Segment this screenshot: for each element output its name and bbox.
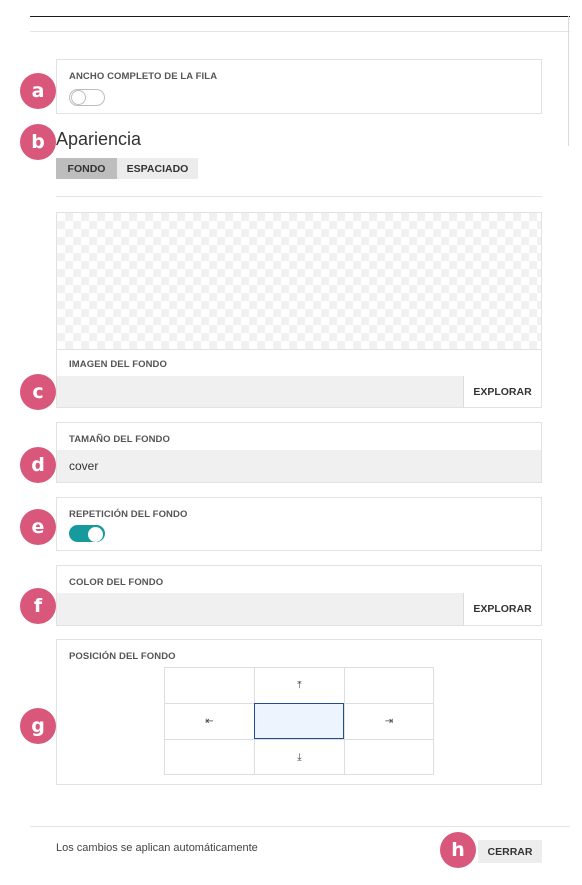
appearance-title: Apariencia [56,129,142,149]
top-border [30,16,570,17]
background-repeat-panel: REPETICIÓN DEL FONDO [56,497,542,551]
row-full-width-label: ANCHO COMPLETO DE LA FILA [69,71,218,82]
image-preview[interactable] [57,213,541,349]
background-size-label: TAMAÑO DEL FONDO [69,434,170,445]
background-image-field[interactable] [57,376,463,407]
background-color-field[interactable] [57,593,463,625]
badge-g: g [20,708,56,744]
position-top-left[interactable] [164,667,255,704]
background-position-label: POSICIÓN DEL FONDO [69,651,176,662]
top-divider [30,31,570,32]
position-bottom-right[interactable] [344,739,434,775]
position-bottom[interactable]: ⤓ [254,739,345,775]
background-image-panel: IMAGEN DEL FONDO EXPLORAR [56,212,542,408]
toggle-knob [88,527,103,542]
preview-divider [57,349,541,350]
position-right[interactable]: ⇥ [344,703,434,740]
background-color-label: COLOR DEL FONDO [69,577,164,588]
section-divider [56,196,542,197]
badge-b: b [20,124,56,160]
background-color-panel: COLOR DEL FONDO EXPLORAR [56,565,542,626]
close-button[interactable]: CERRAR [478,840,542,863]
position-center[interactable] [254,703,344,739]
badge-f: f [20,588,56,624]
background-repeat-label: REPETICIÓN DEL FONDO [69,509,188,520]
badge-d: d [20,447,56,483]
footer-divider [30,826,570,827]
badge-e: e [20,509,56,545]
position-left[interactable]: ⇤ [164,703,255,740]
position-top-right[interactable] [344,667,434,704]
footer-note: Los cambios se aplican automáticamente [56,842,258,854]
tab-background[interactable]: FONDO [56,158,117,179]
background-image-label: IMAGEN DEL FONDO [69,359,168,370]
position-top[interactable]: ⤒ [254,667,345,704]
badge-a: a [20,73,56,109]
row-full-width-toggle[interactable] [69,89,105,106]
badge-h: h [440,832,476,868]
position-bottom-left[interactable] [164,739,255,775]
tab-spacing[interactable]: ESPACIADO [117,158,198,179]
toggle-knob [71,90,86,105]
background-size-panel: TAMAÑO DEL FONDO cover [56,422,542,483]
background-size-value: cover [69,459,99,473]
background-image-browse-button[interactable]: EXPLORAR [463,376,541,407]
badge-c: c [20,374,56,410]
background-repeat-toggle[interactable] [69,525,105,542]
background-color-browse-button[interactable]: EXPLORAR [463,593,541,625]
right-edge [568,16,569,146]
background-size-select[interactable]: cover [57,450,541,482]
row-full-width-panel: ANCHO COMPLETO DE LA FILA [56,59,542,114]
